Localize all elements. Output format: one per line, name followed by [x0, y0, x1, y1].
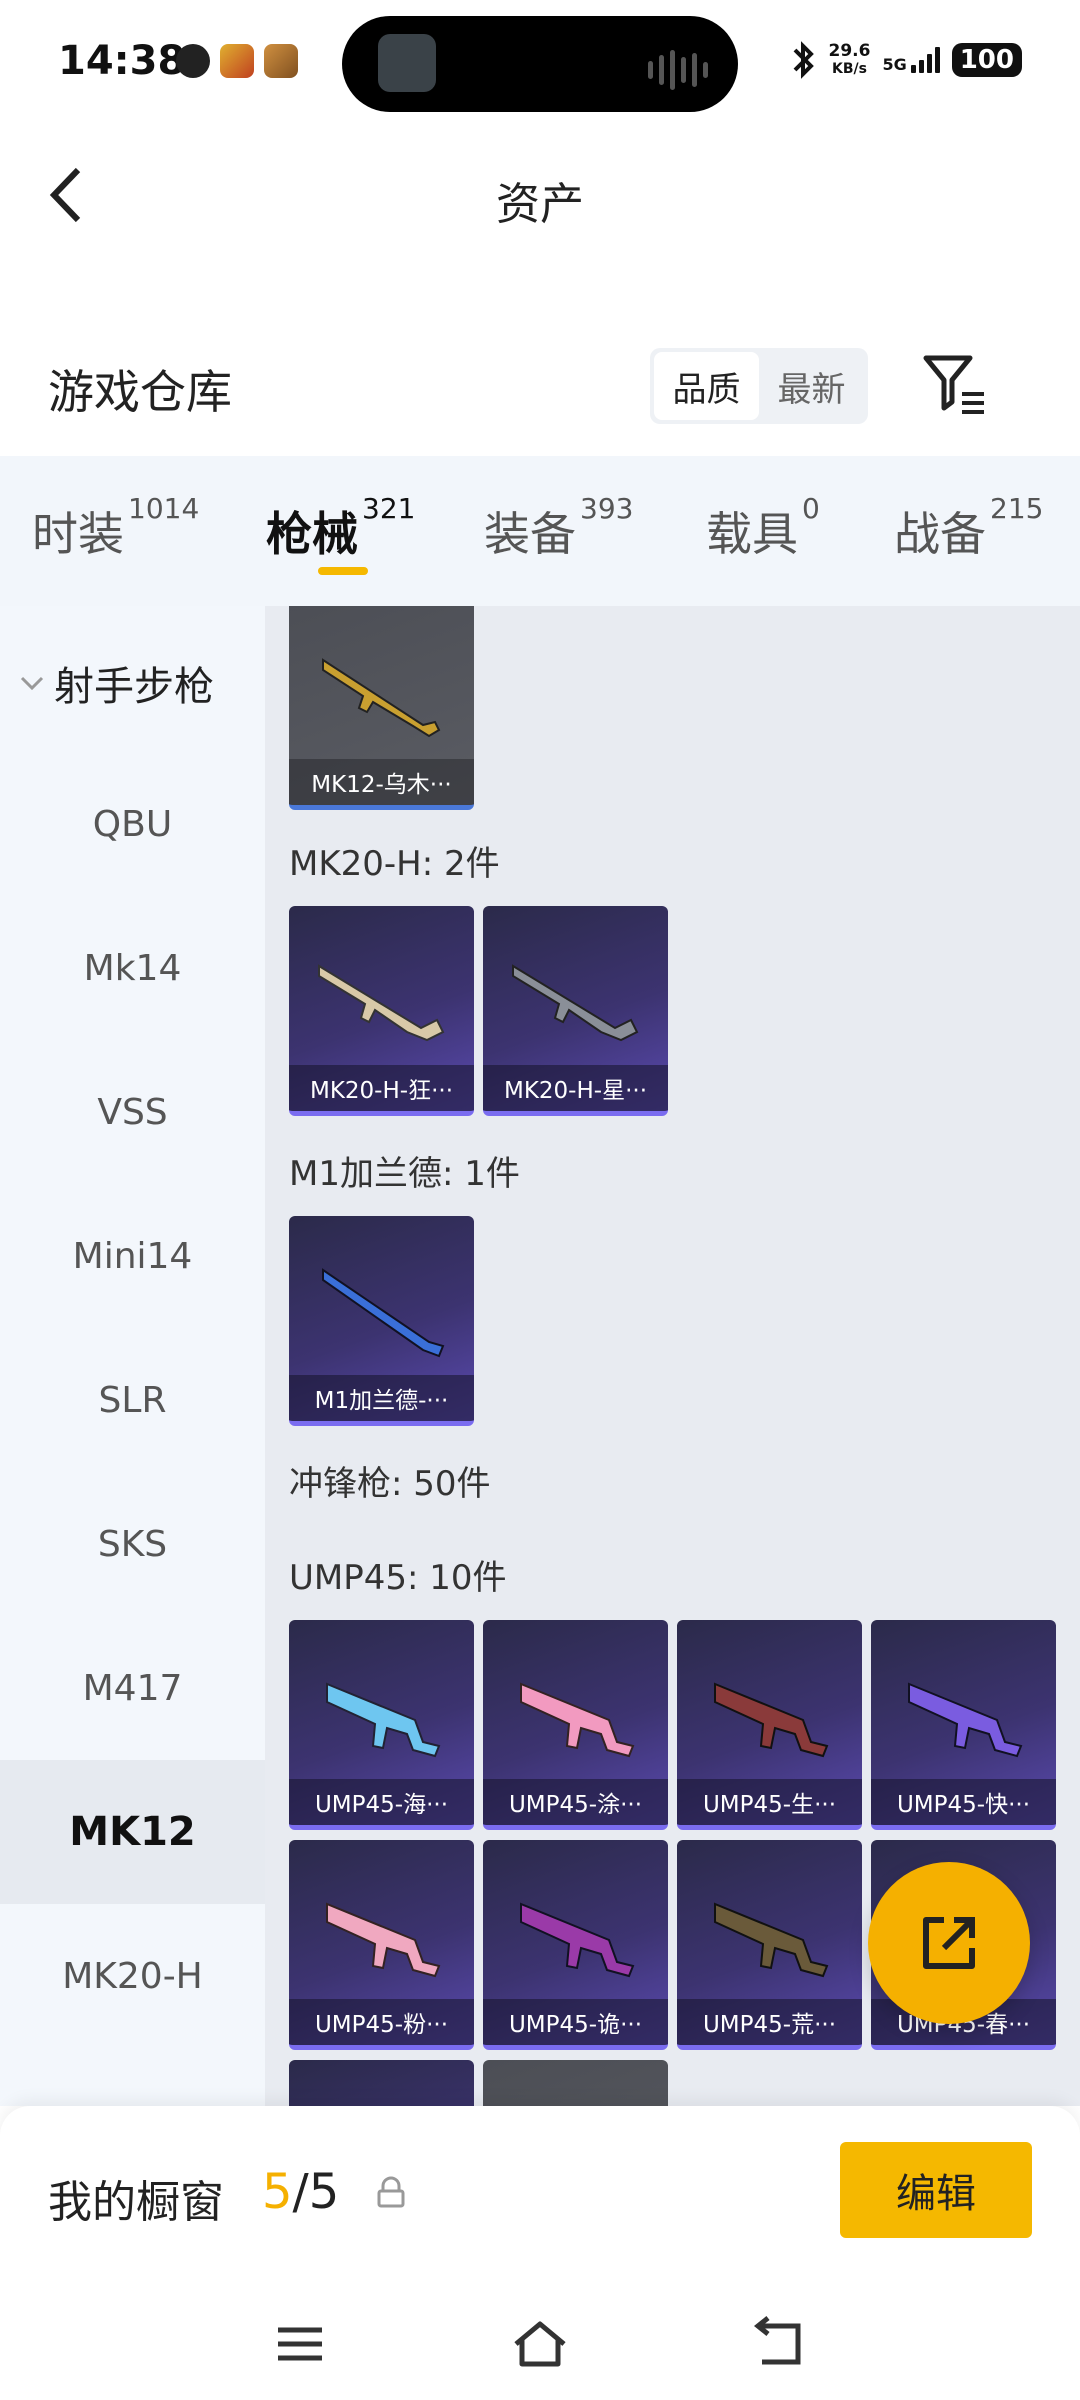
skin-card[interactable] [483, 2060, 668, 2106]
notification-icons [176, 44, 298, 78]
page-title: 资产 [496, 179, 584, 230]
skin-card[interactable]: UMP45-荒··· [677, 1840, 862, 2050]
showcase-label: 我的橱窗 [48, 2177, 224, 2228]
sort-toggle: 品质 最新 [650, 348, 868, 424]
sidebar-group-marksman[interactable]: 射手步枪 [20, 654, 214, 712]
media-thumbnail-icon [378, 34, 436, 92]
rifle-icon [322, 1268, 445, 1358]
tab-equipment[interactable]: 装备 393 [484, 492, 633, 564]
warehouse-title: 游戏仓库 [48, 365, 232, 419]
rifle-icon [318, 964, 445, 1042]
smg-icon [714, 1902, 829, 1978]
sort-latest-option[interactable]: 最新 [759, 352, 864, 420]
tab-fashion[interactable]: 时装 1014 [32, 492, 199, 564]
skin-card[interactable]: UMP45-生··· [677, 1620, 862, 1830]
menu-button[interactable] [270, 2314, 330, 2374]
smg-icon [520, 1902, 635, 1978]
skin-card[interactable]: M1加兰德-··· [289, 1216, 474, 1426]
showcase-count: 5/5 [262, 2164, 340, 2220]
category-tabs: 时装 1014 枪械 321 装备 393 载具 0 战备 215 [0, 456, 1080, 606]
sidebar-item-slr[interactable]: SLR [0, 1328, 265, 1472]
filter-icon [923, 355, 984, 414]
home-icon [514, 2321, 566, 2367]
skin-card-name: M1加兰德-··· [289, 1375, 474, 1421]
skin-card-name: UMP45-荒··· [677, 1999, 862, 2045]
nav-back-button[interactable] [750, 2314, 810, 2374]
sidebar-item-qbu[interactable]: QBU [0, 752, 265, 896]
skin-card-name: UMP45-生··· [677, 1779, 862, 1825]
status-time: 14:38 [58, 38, 186, 84]
smg-icon [520, 1682, 635, 1758]
signal-bars-icon [910, 47, 940, 73]
network-type: 5G [882, 55, 907, 74]
home-button[interactable] [510, 2314, 570, 2374]
sidebar-item-mk20h[interactable]: MK20-H [0, 1904, 265, 2048]
skin-card-name: UMP45-粉··· [289, 1999, 474, 2045]
sidebar-item-mini14[interactable]: Mini14 [0, 1184, 265, 1328]
chevron-down-icon [20, 676, 44, 691]
menu-icon [278, 2327, 322, 2361]
audio-wave-icon [648, 50, 708, 90]
dynamic-island[interactable] [342, 16, 738, 112]
system-navigation-bar [0, 2286, 1080, 2400]
smg-icon [326, 1682, 441, 1758]
sidebar-group-label: 射手步枪 [54, 664, 214, 710]
sidebar-item-vss[interactable]: VSS [0, 1040, 265, 1184]
skin-card[interactable]: UMP45-涂··· [483, 1620, 668, 1830]
share-external-icon [923, 1917, 975, 1969]
tab-guns[interactable]: 枪械 321 [266, 492, 415, 564]
filter-button[interactable] [920, 350, 990, 420]
skin-card-name: UMP45-诡··· [483, 1999, 668, 2045]
skin-card[interactable]: UMP45-海··· [289, 1620, 474, 1830]
skin-card[interactable]: MK12-乌木··· [289, 606, 474, 810]
browser-app-icon [176, 44, 210, 78]
group-header-smg: 冲锋枪: 50件 [289, 1464, 491, 1504]
showcase-bar: 我的橱窗 5/5 编辑 [0, 2106, 1080, 2286]
signal-group: 5G [882, 47, 940, 74]
sidebar-item-sks[interactable]: SKS [0, 1472, 265, 1616]
back-icon [753, 2316, 801, 2365]
edit-button[interactable]: 编辑 [840, 2142, 1032, 2238]
skin-card[interactable] [289, 2060, 474, 2106]
skin-card-name: UMP45-涂··· [483, 1779, 668, 1825]
skin-card-name: UMP45-快··· [871, 1779, 1056, 1825]
skin-card[interactable]: MK20-H-星··· [483, 906, 668, 1116]
skin-card-name: UMP45-海··· [289, 1779, 474, 1825]
smg-icon [714, 1682, 829, 1758]
skin-card[interactable]: UMP45-诡··· [483, 1840, 668, 2050]
net-speed: 29.6 KB/s [828, 41, 871, 77]
tab-active-indicator [318, 567, 368, 575]
pubg-app-icon [264, 44, 298, 78]
status-bar: 14:38 29.6 KB/s 5G 100 [0, 0, 1080, 130]
status-indicators: 29.6 KB/s 5G 100 [791, 40, 1022, 80]
bluetooth-icon [793, 41, 814, 79]
sidebar-item-mk14[interactable]: Mk14 [0, 896, 265, 1040]
group-header-m1: M1加兰德: 1件 [289, 1154, 520, 1194]
skin-card-name: MK20-H-狂··· [289, 1065, 474, 1111]
sidebar-item-m417[interactable]: M417 [0, 1616, 265, 1760]
skin-card-name: MK20-H-星··· [483, 1065, 668, 1111]
skin-card-name: MK12-乌木··· [289, 759, 474, 805]
smg-icon [326, 1902, 441, 1978]
rifle-icon [322, 658, 441, 738]
sort-quality-option[interactable]: 品质 [654, 352, 759, 420]
tab-vehicles[interactable]: 载具 0 [706, 492, 820, 564]
game-app-icon [220, 44, 254, 78]
sidebar-item-mk12[interactable]: MK12 [0, 1760, 265, 1904]
tab-supplies[interactable]: 战备 215 [894, 492, 1043, 564]
group-header-mk20h: MK20-H: 2件 [289, 844, 500, 884]
battery-icon: 100 [951, 43, 1022, 77]
group-header-ump45: UMP45: 10件 [289, 1558, 507, 1598]
skin-card[interactable]: UMP45-粉··· [289, 1840, 474, 2050]
skin-card[interactable]: UMP45-快··· [871, 1620, 1056, 1830]
smg-icon [908, 1682, 1023, 1758]
lock-icon [377, 2176, 405, 2208]
rifle-icon [512, 964, 639, 1042]
skin-card[interactable]: MK20-H-狂··· [289, 906, 474, 1116]
weapon-type-sidebar: 射手步枪 QBU Mk14 VSS Mini14 SLR SKS M417 MK… [0, 606, 265, 2106]
share-button[interactable] [868, 1862, 1030, 2024]
